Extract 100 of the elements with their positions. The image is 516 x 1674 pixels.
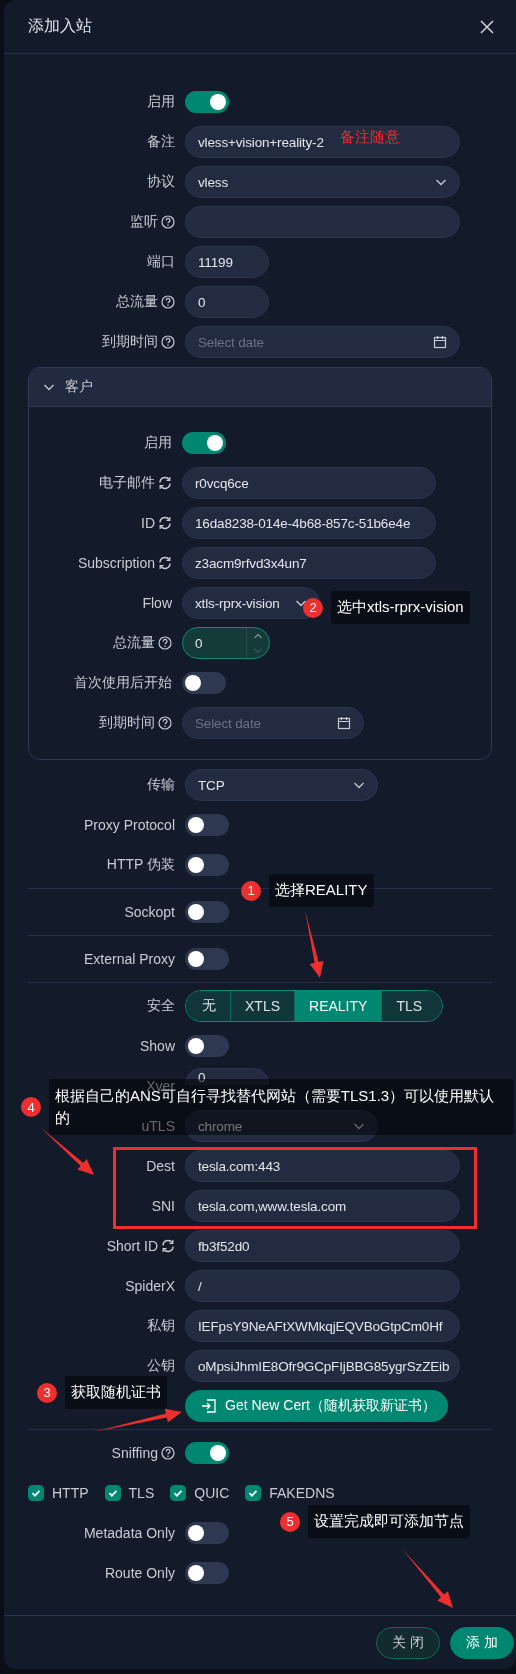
field-label: HTTP 伪装 [106, 856, 175, 874]
select-field[interactable]: vless [185, 166, 460, 198]
tooltip: 选中xtls-rprx-vision [331, 591, 470, 624]
field-label: 安全 [147, 997, 175, 1015]
toggle-switch[interactable] [182, 432, 226, 454]
help-icon [158, 636, 172, 650]
toggle-switch[interactable] [185, 854, 229, 876]
checkbox-label: TLS [128, 1485, 155, 1501]
input-field[interactable] [185, 206, 460, 238]
input-field[interactable]: / [185, 1270, 460, 1302]
field-label: 电子邮件 [99, 474, 155, 492]
field-label: Metadata Only [83, 1525, 175, 1541]
toggle-switch[interactable] [185, 1442, 229, 1464]
field-label: ID [141, 515, 155, 531]
import-icon [201, 1398, 217, 1414]
toggle-switch[interactable] [185, 1035, 229, 1057]
help-icon [161, 215, 175, 229]
refresh-icon[interactable] [158, 476, 172, 490]
field-label: Show [139, 1038, 175, 1054]
input-field[interactable]: IEFpsY9NeAFtXWMkqjEQVBoGtpCm0Hf [185, 1310, 460, 1342]
annotation-note: 备注随意 [340, 128, 400, 147]
close-button[interactable]: 关 闭 [376, 1627, 440, 1659]
input-field[interactable]: fb3f52d0 [185, 1230, 460, 1262]
input-field[interactable]: oMpsiJhmIE8Ofr9GCpFIjBBG85ygrSzZEib [185, 1350, 460, 1382]
toggle-switch[interactable] [185, 901, 229, 923]
checkbox-label: HTTP [52, 1485, 89, 1501]
number-field[interactable]: 0 [182, 627, 270, 659]
field-label: 传输 [147, 776, 175, 794]
field-label: 公钥 [147, 1357, 175, 1375]
field-label: 总流量 [116, 293, 158, 311]
field-label: External Proxy [83, 951, 175, 967]
checkbox[interactable] [104, 1485, 121, 1501]
calendar-icon [433, 335, 447, 349]
field-label: 启用 [144, 434, 172, 452]
input-field[interactable]: z3acm9rfvd3x4un7 [182, 547, 436, 579]
toggle-switch[interactable] [185, 814, 229, 836]
field-label: 首次使用后开始 [74, 674, 172, 692]
field-label: 备注 [147, 133, 175, 151]
field-label: Short ID [106, 1238, 158, 1254]
field-label: Flow [142, 595, 172, 611]
checkbox-label: FAKEDNS [269, 1485, 335, 1501]
checkbox[interactable] [245, 1485, 262, 1501]
dialog-title: 添加入站 [28, 16, 92, 36]
field-label: SpiderX [125, 1278, 175, 1294]
input-field[interactable]: 16da8238-014e-4b68-857c-51b6e4e [182, 507, 436, 539]
tooltip: 获取随机证书 [65, 1376, 167, 1409]
toggle-switch[interactable] [185, 91, 229, 113]
field-label: 启用 [147, 93, 175, 111]
down-icon [253, 646, 263, 655]
add-button[interactable]: 添 加 [450, 1627, 514, 1659]
checkbox[interactable] [28, 1485, 44, 1501]
select-field[interactable]: chrome [185, 1110, 378, 1142]
help-icon [161, 295, 175, 309]
field-label: 到期时间 [102, 333, 158, 351]
number-field[interactable]: 0 [185, 286, 269, 318]
segment-tab[interactable]: TLS [381, 991, 443, 1021]
field-label: 端口 [147, 253, 175, 271]
calendar-icon [337, 716, 351, 730]
segment-tab[interactable]: 无 [186, 991, 230, 1021]
field-label: 协议 [147, 173, 175, 191]
tooltip: 设置完成即可添加节点 [308, 1505, 470, 1538]
field-label: SNI [151, 1198, 175, 1214]
select-field[interactable]: TCP [185, 769, 378, 801]
refresh-icon[interactable] [158, 556, 172, 570]
panel-header[interactable]: 客户 [29, 368, 491, 407]
field-label: 私钥 [147, 1317, 175, 1335]
number-field[interactable]: 0 [185, 1068, 269, 1085]
tooltip: 选择REALITY [269, 874, 374, 907]
help-icon [158, 716, 172, 730]
refresh-icon[interactable] [161, 1239, 175, 1253]
toggle-switch[interactable] [185, 1562, 229, 1584]
get-cert-button[interactable]: Get New Cert（随机获取新证书） [185, 1390, 448, 1422]
toggle-switch[interactable] [185, 948, 229, 970]
number-field[interactable]: 11199 [185, 246, 269, 278]
input-field[interactable]: tesla.com:443 [185, 1150, 460, 1182]
field-label: uTLS [141, 1118, 175, 1134]
checkbox[interactable] [170, 1485, 187, 1501]
field-label: Sniffing [111, 1445, 158, 1461]
help-icon [161, 335, 175, 349]
toggle-switch[interactable] [182, 672, 226, 694]
field-label: Dest [146, 1158, 175, 1174]
close-icon[interactable] [480, 19, 494, 34]
field-label: 总流量 [113, 634, 155, 652]
checkbox-label: QUIC [194, 1485, 230, 1501]
panel-title: 客户 [65, 378, 93, 396]
help-icon [161, 1446, 175, 1460]
refresh-icon[interactable] [158, 516, 172, 530]
toggle-switch[interactable] [185, 1522, 229, 1544]
input-field[interactable]: tesla.com,www.tesla.com [185, 1190, 460, 1222]
field-label: Route Only [104, 1565, 175, 1581]
field-label: 到期时间 [99, 714, 155, 732]
arrow [305, 910, 324, 978]
field-label: Subscription [77, 555, 155, 571]
input-field[interactable]: r0vcq6ce [182, 467, 436, 499]
segment-tab[interactable]: REALITY [294, 991, 382, 1021]
field-label: 监听 [130, 213, 158, 231]
up-icon [253, 631, 263, 640]
field-label: Proxy Protocol [83, 817, 175, 833]
segment-tab[interactable]: XTLS [230, 991, 294, 1021]
field-label: Sockopt [124, 904, 175, 920]
